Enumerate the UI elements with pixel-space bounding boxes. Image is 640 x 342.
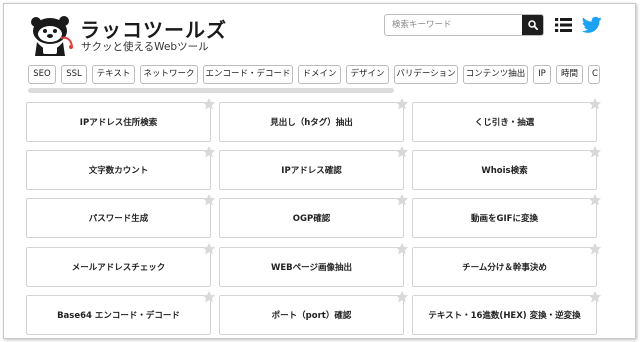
star-icon[interactable] xyxy=(588,193,602,207)
tag-design[interactable]: デザイン xyxy=(346,65,389,84)
tool-card[interactable]: OGP確認 xyxy=(219,193,409,238)
tag-domain[interactable]: ドメイン xyxy=(298,65,341,84)
star-icon[interactable] xyxy=(588,145,602,159)
tag-ssl[interactable]: SSL xyxy=(61,65,87,84)
tag-encode-decode[interactable]: エンコード・デコード xyxy=(203,65,293,84)
star-icon[interactable] xyxy=(588,290,602,304)
search-input[interactable] xyxy=(385,15,523,35)
tool-card[interactable]: WEBページ画像抽出 xyxy=(219,242,409,287)
tool-card[interactable]: 動画をGIFに変換 xyxy=(412,193,602,238)
star-icon[interactable] xyxy=(395,290,409,304)
star-icon[interactable] xyxy=(588,242,602,256)
tool-card-label: テキスト・16進数(HEX) 変換・逆変換 xyxy=(428,311,581,321)
tool-card[interactable]: Whois検索 xyxy=(412,145,602,190)
twitter-bird-icon[interactable] xyxy=(582,16,602,34)
star-icon[interactable] xyxy=(588,97,602,111)
tool-card[interactable]: Base64 エンコード・デコード xyxy=(26,290,216,335)
star-icon[interactable] xyxy=(395,145,409,159)
tool-card-label: IPアドレス住所検索 xyxy=(79,118,158,128)
star-icon[interactable] xyxy=(395,97,409,111)
tool-card[interactable]: チーム分け＆幹事決め xyxy=(412,242,602,287)
tool-card[interactable]: 見出し（hタグ）抽出 xyxy=(219,97,409,142)
tag-more[interactable]: C xyxy=(588,65,600,84)
tag-seo[interactable]: SEO xyxy=(28,65,56,84)
tool-card-label: Base64 エンコード・デコード xyxy=(57,311,180,321)
search-icon xyxy=(527,20,538,30)
tool-card-label: OGP確認 xyxy=(292,214,331,224)
star-icon[interactable] xyxy=(395,193,409,207)
star-icon[interactable] xyxy=(202,145,216,159)
site-tagline: サクッと使えるWebツール xyxy=(81,41,209,53)
tool-card[interactable]: ポート（port）確認 xyxy=(219,290,409,335)
star-icon[interactable] xyxy=(395,242,409,256)
tool-card[interactable]: テキスト・16進数(HEX) 変換・逆変換 xyxy=(412,290,602,335)
tool-card[interactable]: パスワード生成 xyxy=(26,193,216,238)
tool-card-label: くじ引き・抽選 xyxy=(474,118,535,128)
tag-validation[interactable]: バリデーション xyxy=(394,65,458,84)
tool-card[interactable]: くじ引き・抽選 xyxy=(412,97,602,142)
tool-card-label: パスワード生成 xyxy=(88,214,149,224)
star-icon[interactable] xyxy=(202,193,216,207)
tool-card[interactable]: メールアドレスチェック xyxy=(26,242,216,287)
tool-card-label: WEBページ画像抽出 xyxy=(271,263,352,273)
tool-card[interactable]: IPアドレス確認 xyxy=(219,145,409,190)
tag-content-extract[interactable]: コンテンツ抽出 xyxy=(463,65,528,84)
tool-card[interactable]: 文字数カウント xyxy=(26,145,216,190)
tag-ip[interactable]: IP xyxy=(533,65,551,84)
tag-text[interactable]: テキスト xyxy=(92,65,135,84)
search-button[interactable] xyxy=(522,15,543,35)
star-icon[interactable] xyxy=(202,97,216,111)
tool-card-label: 動画をGIFに変換 xyxy=(471,214,538,224)
tool-card-label: IPアドレス確認 xyxy=(281,166,342,176)
tags-scrollbar[interactable] xyxy=(28,88,394,93)
tool-card-label: チーム分け＆幹事決め xyxy=(462,263,547,273)
star-icon[interactable] xyxy=(202,242,216,256)
otter-mascot-logo[interactable] xyxy=(28,14,74,58)
tool-card-label: メールアドレスチェック xyxy=(71,263,166,273)
tool-card[interactable]: IPアドレス住所検索 xyxy=(26,97,216,142)
tool-card-label: Whois検索 xyxy=(481,166,528,176)
search-box xyxy=(384,14,544,36)
site-header: ラッコツールズ サクッと使えるWebツール xyxy=(4,4,635,64)
browser-frame: ラッコツールズ サクッと使えるWebツール SEO SSL テキスト xyxy=(3,3,636,339)
tag-network[interactable]: ネットワーク xyxy=(140,65,198,84)
tool-card-label: 見出し（hタグ）抽出 xyxy=(270,118,353,128)
tool-card-label: ポート（port）確認 xyxy=(271,311,352,321)
tag-time[interactable]: 時間 xyxy=(556,65,583,84)
list-icon[interactable] xyxy=(555,17,572,33)
tool-card-label: 文字数カウント xyxy=(88,166,149,176)
star-icon[interactable] xyxy=(202,290,216,304)
